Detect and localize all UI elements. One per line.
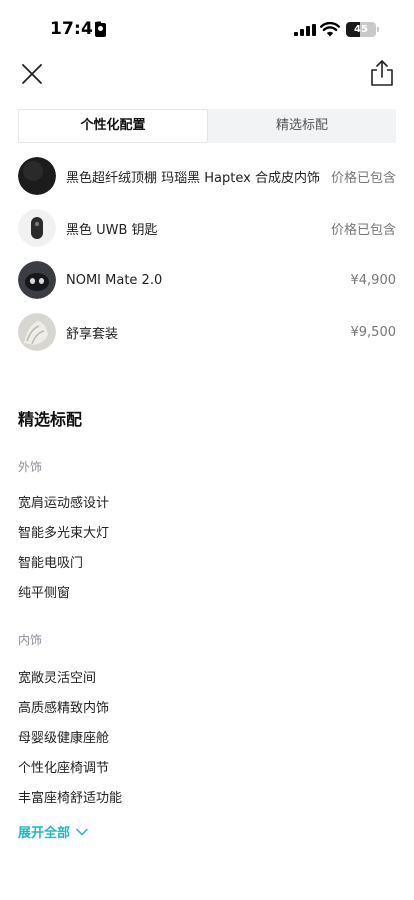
section-title: 精选标配 bbox=[18, 410, 83, 429]
id-card-icon bbox=[95, 23, 106, 37]
config-item-price: 价格已包含 bbox=[330, 222, 396, 238]
comfort-seat-thumbnail bbox=[18, 313, 56, 351]
share-icon[interactable] bbox=[368, 58, 396, 88]
tab-personalized-config[interactable]: 个性化配置 bbox=[18, 109, 208, 143]
close-icon[interactable] bbox=[18, 60, 46, 88]
chevron-down-icon bbox=[76, 828, 88, 835]
cellular-signal-icon bbox=[294, 24, 316, 36]
battery-icon: 45 bbox=[346, 22, 376, 37]
battery-level: 45 bbox=[354, 24, 368, 35]
feature-item: 纯平侧窗 bbox=[18, 586, 71, 601]
feature-item: 丰富座椅舒适功能 bbox=[18, 791, 123, 806]
config-item-price: ¥9,500 bbox=[350, 324, 397, 340]
config-item-price: ¥4,900 bbox=[350, 272, 397, 288]
config-tabs: 个性化配置 精选标配 bbox=[18, 109, 396, 143]
nomi-mate-thumbnail bbox=[18, 261, 56, 299]
config-item[interactable]: 黑色 UWB 钥匙 价格已包含 bbox=[18, 202, 396, 254]
config-item[interactable]: 舒享套装 ¥9,500 bbox=[18, 306, 396, 358]
group-title-interior: 内饰 bbox=[18, 633, 43, 647]
expand-all-label: 展开全部 bbox=[18, 826, 71, 841]
uwb-key-thumbnail bbox=[18, 209, 56, 247]
tab-selected-standard[interactable]: 精选标配 bbox=[208, 109, 396, 143]
feature-item: 宽肩运动感设计 bbox=[18, 496, 110, 511]
feature-item: 个性化座椅调节 bbox=[18, 761, 110, 776]
wifi-icon bbox=[320, 21, 340, 37]
feature-item: 宽敞灵活空间 bbox=[18, 671, 97, 686]
config-item-name: 舒享套装 bbox=[66, 326, 119, 342]
config-list: 黑色超纤绒顶棚 玛瑙黑 Haptex 合成皮内饰 价格已包含 黑色 UWB 钥匙… bbox=[18, 150, 396, 358]
feature-item: 母婴级健康座舱 bbox=[18, 731, 110, 746]
config-item[interactable]: NOMI Mate 2.0 ¥4,900 bbox=[18, 254, 396, 306]
config-item-name: 黑色超纤绒顶棚 玛瑙黑 Haptex 合成皮内饰 bbox=[66, 170, 320, 186]
feature-item: 智能电吸门 bbox=[18, 556, 84, 571]
battery-tip bbox=[377, 27, 379, 32]
status-bar: 17:41 45 bbox=[0, 0, 414, 56]
config-item-name: 黑色 UWB 钥匙 bbox=[66, 222, 158, 238]
expand-all-button[interactable]: 展开全部 bbox=[18, 822, 88, 841]
config-item-price: 价格已包含 bbox=[330, 170, 396, 186]
group-title-exterior: 外饰 bbox=[18, 460, 43, 474]
config-item-name: NOMI Mate 2.0 bbox=[66, 272, 163, 288]
black-headliner-thumbnail bbox=[18, 157, 56, 195]
config-item[interactable]: 黑色超纤绒顶棚 玛瑙黑 Haptex 合成皮内饰 价格已包含 bbox=[18, 150, 396, 202]
feature-item: 高质感精致内饰 bbox=[18, 701, 110, 716]
feature-item: 智能多光束大灯 bbox=[18, 526, 110, 541]
